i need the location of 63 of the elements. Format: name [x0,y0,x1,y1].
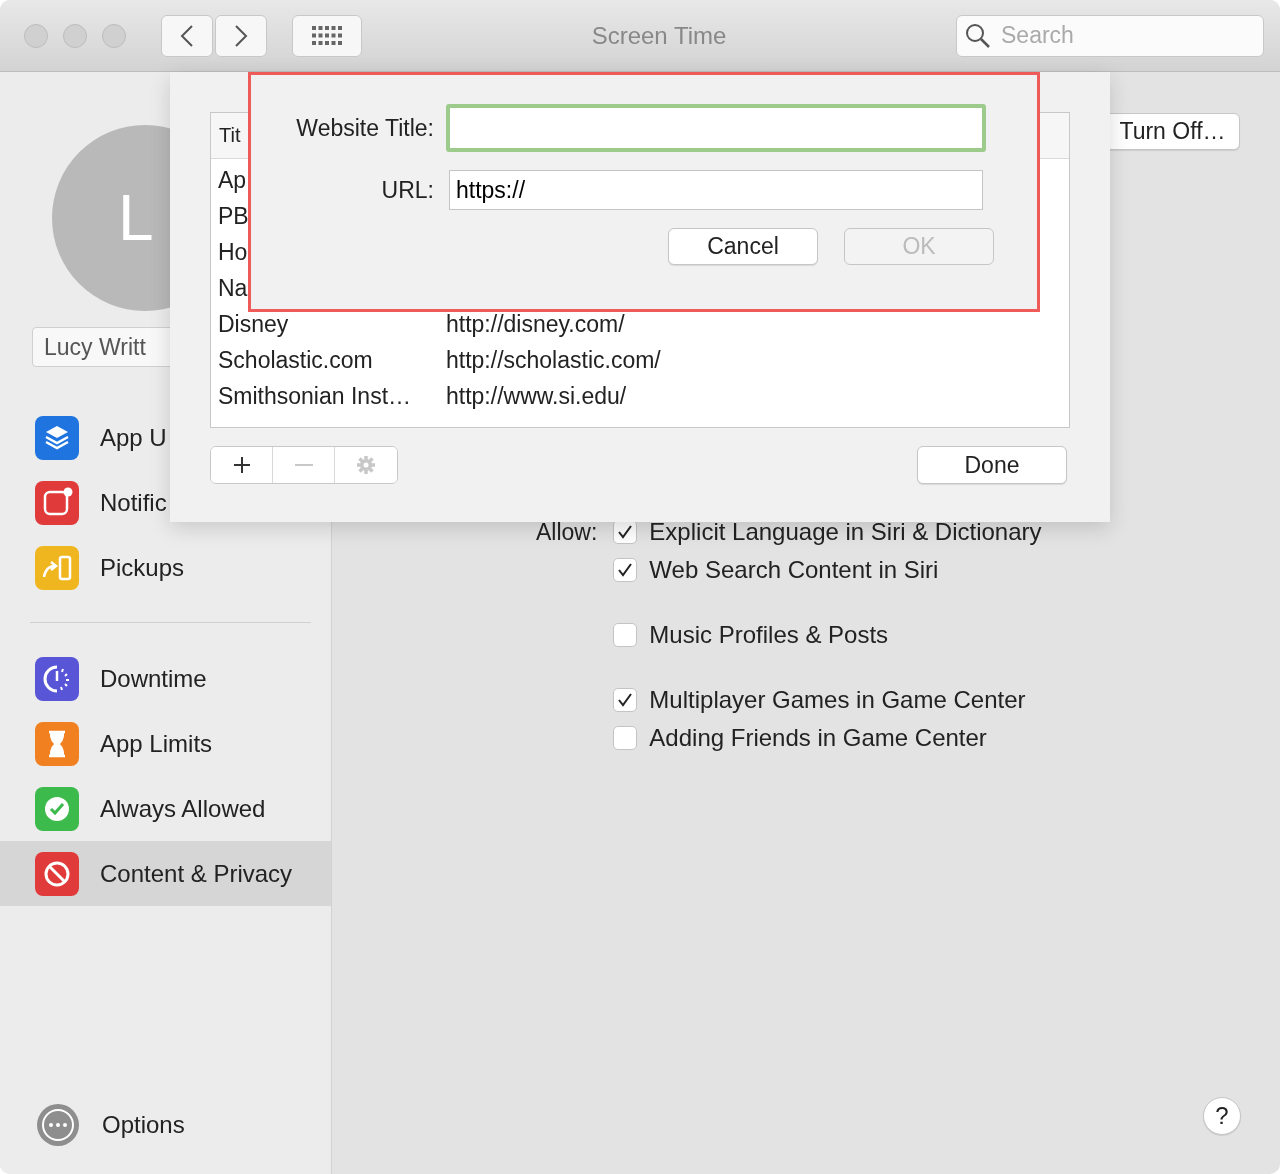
window-control[interactable] [63,23,87,48]
checkbox[interactable] [613,520,638,544]
checkbox-label: Web Search Content in Siri [649,556,939,584]
checkbox-label: Adding Friends in Game Center [649,724,987,752]
grid-icon [312,25,342,46]
checkbox[interactable] [613,726,638,750]
block-icon [35,851,79,896]
check-icon [617,524,634,540]
forward-button[interactable] [215,14,267,57]
forward-icon [234,23,248,48]
checkbox-label: Explicit Language in Siri & Dictionary [649,518,1042,546]
sidebar-item[interactable]: Always Allowed [0,776,331,841]
help-button[interactable]: ? [1203,1097,1241,1135]
checkbox-label: Music Profiles & Posts [649,621,889,649]
sidebar-label: App U [100,423,167,452]
dialog-button[interactable]: Cancel [668,228,818,265]
sidebar-label: Content & Privacy [100,859,293,888]
sidebar-label: Notific [100,488,167,517]
sidebar-label: Downtime [100,664,207,693]
input-field[interactable] [446,104,986,152]
gear-icon [356,455,376,475]
allow-label: Allow: [536,518,598,547]
done-button[interactable]: Done [917,446,1067,484]
show-all-button[interactable] [292,14,362,57]
field-label: URL: [380,176,435,204]
sidebar-item[interactable]: Content & Privacy [0,841,331,906]
search-icon [965,22,991,49]
table-cell: http://disney.com/ [446,310,625,338]
more-icon [35,1101,81,1148]
sidebar-item[interactable]: Pickups [0,535,331,600]
notification-icon [35,480,79,525]
pickup-icon [35,545,79,590]
options-button[interactable]: Options [0,1092,331,1157]
table-cell: http://scholastic.com/ [446,346,661,374]
window-control[interactable] [102,23,126,48]
checkbox[interactable] [613,688,638,712]
input-field[interactable]: https:// [449,170,983,210]
sidebar-label: App Limits [100,729,213,758]
hourglass-icon [35,721,79,766]
sidebar-label: Pickups [100,553,185,582]
downtime-icon [35,656,79,701]
sidebar-label: Always Allowed [100,794,266,823]
check-icon [617,692,634,708]
checkbox[interactable] [613,558,638,582]
back-icon [180,23,194,48]
plus-icon [231,455,252,475]
search-field[interactable]: Search [956,14,1264,57]
minus-icon [294,464,313,466]
check-icon [617,562,634,578]
window-title: Screen Time [590,21,728,50]
field-label: Website Title: [295,114,435,142]
back-button[interactable] [161,14,213,57]
add-button[interactable] [211,447,273,483]
column-header[interactable]: Tit [219,124,241,147]
badge-icon [35,786,79,831]
table-cell: Smithsonian Inst… [218,382,412,410]
table-cell: http://www.si.edu/ [446,382,627,410]
window-control[interactable] [24,23,48,48]
sidebar-item[interactable]: Downtime [0,646,331,711]
checkbox-label: Multiplayer Games in Game Center [649,686,1026,714]
layers-icon [35,415,79,460]
checkbox[interactable] [613,623,638,647]
sidebar-item[interactable]: App Limits [0,711,331,776]
